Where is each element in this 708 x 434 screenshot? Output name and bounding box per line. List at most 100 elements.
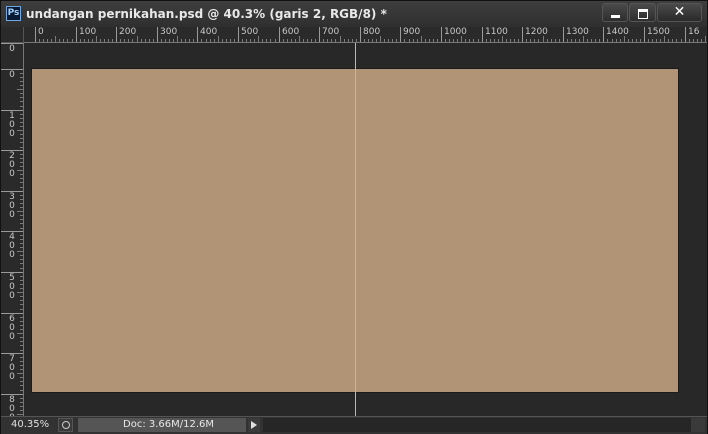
ruler-minor-tick <box>352 39 353 42</box>
ruler-minor-tick <box>20 178 23 179</box>
ruler-minor-tick <box>20 247 23 248</box>
ruler-minor-tick <box>20 142 23 143</box>
ruler-tick-label: 1000 <box>444 27 467 37</box>
ruler-minor-tick <box>20 207 23 208</box>
ruler-minor-tick <box>141 39 142 42</box>
ruler-minor-tick <box>20 114 23 115</box>
ruler-minor-tick <box>17 292 23 293</box>
ruler-minor-tick <box>20 410 23 411</box>
ruler-minor-tick <box>612 39 613 42</box>
ruler-minor-tick <box>660 39 661 42</box>
preview-icon[interactable] <box>58 418 73 432</box>
ruler-tick-label: 500 <box>241 27 259 37</box>
ruler-minor-tick <box>214 39 215 42</box>
title-bar[interactable]: Ps undangan pernikahan.psd @ 40.3% (gari… <box>1 1 707 28</box>
ruler-tick-label: 600 <box>9 314 15 342</box>
minimize-button[interactable] <box>602 3 628 22</box>
ruler-minor-tick <box>656 39 657 42</box>
ruler-tick-label: 1300 <box>566 27 589 37</box>
ruler-minor-tick <box>461 36 462 42</box>
ruler-minor-tick <box>20 215 23 216</box>
ruler-minor-tick <box>287 39 288 42</box>
ruler-minor-tick <box>20 235 23 236</box>
ruler-minor-tick <box>20 158 23 159</box>
zoom-level-field[interactable]: 40.35% <box>3 418 59 432</box>
ruler-minor-tick <box>222 39 223 42</box>
ruler-tick-label: 0 <box>9 44 15 54</box>
ruler-major-tick <box>603 27 604 42</box>
ruler-minor-tick <box>311 39 312 42</box>
ruler-minor-tick <box>149 39 150 42</box>
ruler-minor-tick <box>137 36 138 42</box>
ruler-minor-tick <box>490 39 491 42</box>
ruler-minor-tick <box>108 39 109 42</box>
ruler-minor-tick <box>20 280 23 281</box>
ruler-tick-label: 700 <box>322 27 340 37</box>
ruler-tick-label: 500 <box>9 273 15 301</box>
status-menu-arrow-icon[interactable] <box>248 418 260 432</box>
photoshop-app-icon: Ps <box>6 6 21 21</box>
ruler-minor-tick <box>624 36 625 42</box>
ruler-major-tick <box>116 27 117 42</box>
ruler-minor-tick <box>112 39 113 42</box>
ruler-minor-tick <box>323 39 324 42</box>
ruler-minor-tick <box>20 199 23 200</box>
ruler-minor-tick <box>20 385 23 386</box>
ruler-minor-tick <box>413 39 414 42</box>
ruler-minor-tick <box>457 39 458 42</box>
ruler-minor-tick <box>100 39 101 42</box>
ruler-minor-tick <box>327 39 328 42</box>
ruler-minor-tick <box>20 255 23 256</box>
ruler-minor-tick <box>230 39 231 42</box>
ruler-minor-tick <box>453 39 454 42</box>
ruler-minor-tick <box>20 341 23 342</box>
ruler-minor-tick <box>63 39 64 42</box>
maximize-button[interactable] <box>629 3 656 22</box>
ruler-minor-tick <box>344 39 345 42</box>
ruler-minor-tick <box>20 228 23 229</box>
ruler-major-tick <box>522 27 523 42</box>
ruler-minor-tick <box>409 39 410 42</box>
ruler-tick-label: 700 <box>9 354 15 382</box>
horizontal-scrollbar[interactable] <box>263 418 691 432</box>
ruler-minor-tick <box>20 126 23 127</box>
status-bar: 40.35% Doc: 3.66M/12.6M <box>1 416 707 434</box>
vertical-ruler[interactable]: 0 0 100 200 300 400 500 600 700 800 <box>1 43 24 416</box>
ruler-minor-tick <box>652 39 653 42</box>
ruler-minor-tick <box>543 36 544 42</box>
ruler-minor-tick <box>445 39 446 42</box>
ruler-tick-label: 300 <box>160 27 178 37</box>
ruler-minor-tick <box>380 36 381 42</box>
resize-grip[interactable] <box>691 418 705 432</box>
ruler-major-tick <box>279 27 280 42</box>
ruler-minor-tick <box>636 39 637 42</box>
close-button[interactable]: ✕ <box>657 3 702 22</box>
ruler-minor-tick <box>494 39 495 42</box>
ruler-minor-tick <box>145 39 146 42</box>
ruler-minor-tick <box>20 325 23 326</box>
ruler-origin[interactable] <box>1 27 24 43</box>
ruler-minor-tick <box>518 39 519 42</box>
ruler-minor-tick <box>567 39 568 42</box>
ruler-minor-tick <box>303 39 304 42</box>
ruler-minor-tick <box>295 39 296 42</box>
ruler-minor-tick <box>96 36 97 42</box>
ruler-tick-label: 300 <box>9 192 15 220</box>
ruler-minor-tick <box>396 39 397 42</box>
vertical-guide-line[interactable] <box>355 43 356 416</box>
ruler-minor-tick <box>20 309 23 310</box>
ruler-minor-tick <box>705 36 706 42</box>
ruler-minor-tick <box>20 317 23 318</box>
horizontal-ruler[interactable]: 0 100 200 300 400 500 600 700 800 900 1000 1100 1200… <box>24 27 707 43</box>
ruler-tick-label: 900 <box>403 27 421 37</box>
ruler-major-tick <box>76 27 77 42</box>
ruler-minor-tick <box>587 39 588 42</box>
ruler-minor-tick <box>465 39 466 42</box>
ruler-minor-tick <box>20 134 23 135</box>
ruler-minor-tick <box>270 39 271 42</box>
ruler-minor-tick <box>20 369 23 370</box>
ruler-minor-tick <box>20 345 23 346</box>
ruler-minor-tick <box>425 39 426 42</box>
ruler-tick-label: 400 <box>200 27 218 37</box>
ruler-minor-tick <box>20 243 23 244</box>
